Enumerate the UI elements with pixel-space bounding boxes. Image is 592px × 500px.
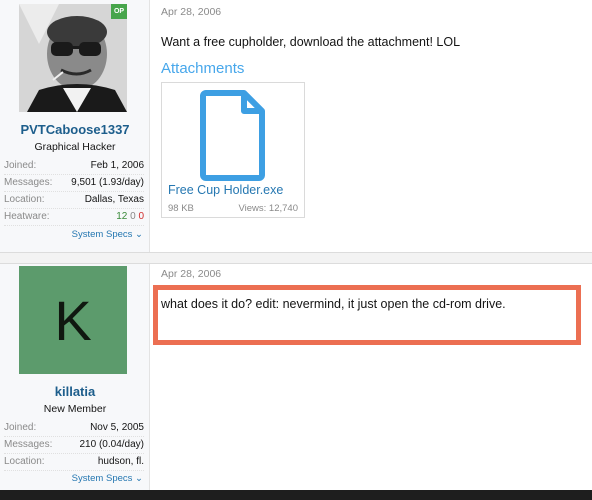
user-photo-avatar — [19, 4, 127, 112]
op-badge: OP — [111, 4, 127, 19]
chevron-down-icon: ⌄ — [135, 473, 143, 484]
heatware-negative: 0 — [138, 211, 144, 222]
post-divider — [0, 252, 592, 264]
stat-value: 9,501 (1.93/day) — [71, 177, 144, 188]
attachment-card[interactable]: Free Cup Holder.exe 98 KB Views: 12,740 — [161, 82, 305, 218]
stat-heatware: Heatware: 12 0 0 — [4, 209, 144, 226]
post-date[interactable]: Apr 28, 2006 — [161, 6, 221, 18]
user-avatar[interactable]: K — [19, 266, 127, 374]
system-specs-toggle[interactable]: System Specs ⌄ — [72, 473, 143, 484]
stat-value: 210 (0.04/day) — [79, 439, 145, 450]
heatware-values[interactable]: 12 0 0 — [116, 209, 144, 225]
avatar-letter: K — [54, 288, 92, 352]
chevron-down-icon: ⌄ — [135, 229, 143, 240]
username-link[interactable]: PVTCaboose1337 — [0, 122, 150, 137]
stat-location: Location: Dallas, Texas — [4, 192, 144, 209]
bottom-bar — [0, 490, 592, 500]
stat-label: Messages: — [4, 177, 53, 188]
attachment-filename[interactable]: Free Cup Holder.exe — [168, 183, 283, 197]
stat-value: hudson, fl. — [97, 456, 144, 467]
stat-joined: Joined: Nov 5, 2005 — [4, 420, 144, 437]
stat-label: Location: — [4, 456, 45, 467]
heatware-positive: 12 — [116, 211, 128, 222]
stat-joined: Joined: Feb 1, 2006 — [4, 158, 144, 175]
user-info-panel: OP PVTCaboose1337 Graphical Hacker Joine… — [0, 0, 150, 252]
stat-label: Joined: — [4, 160, 37, 171]
user-stats: Joined: Nov 5, 2005 Messages: 210 (0.04/… — [4, 420, 144, 471]
user-info-panel: K killatia New Member Joined: Nov 5, 200… — [0, 264, 150, 490]
post-2: K killatia New Member Joined: Nov 5, 200… — [0, 264, 592, 490]
stat-value: Feb 1, 2006 — [90, 160, 144, 171]
stat-messages: Messages: 9,501 (1.93/day) — [4, 175, 144, 192]
stat-label: Location: — [4, 194, 45, 205]
user-stats: Joined: Feb 1, 2006 Messages: 9,501 (1.9… — [4, 158, 144, 226]
message-pane: Apr 28, 2006 Want a free cupholder, down… — [150, 0, 592, 252]
user-avatar[interactable] — [19, 4, 127, 112]
system-specs-label: System Specs — [71, 473, 133, 484]
message-body: Want a free cupholder, download the atta… — [161, 35, 461, 49]
stat-value: Nov 5, 2005 — [90, 422, 144, 433]
system-specs-toggle[interactable]: System Specs ⌄ — [72, 229, 143, 240]
attachment-views: Views: 12,740 — [238, 203, 298, 214]
attachment-size: 98 KB — [168, 203, 194, 214]
post-1: OP PVTCaboose1337 Graphical Hacker Joine… — [0, 0, 592, 252]
username-link[interactable]: killatia — [0, 384, 150, 399]
message-pane: Apr 28, 2006 what does it do? edit: neve… — [150, 264, 592, 490]
user-title: New Member — [43, 403, 107, 415]
file-icon — [200, 90, 265, 181]
stat-value: Dallas, Texas — [84, 194, 144, 205]
post-date[interactable]: Apr 28, 2006 — [161, 268, 221, 280]
message-body: what does it do? edit: nevermind, it jus… — [161, 297, 506, 311]
stat-location: Location: hudson, fl. — [4, 454, 144, 471]
stat-label: Heatware: — [4, 211, 50, 222]
heatware-neutral: 0 — [130, 211, 136, 222]
stat-label: Messages: — [4, 439, 53, 450]
stat-messages: Messages: 210 (0.04/day) — [4, 437, 144, 454]
highlight-box — [153, 285, 581, 345]
attachments-heading: Attachments — [161, 60, 245, 77]
stat-label: Joined: — [4, 422, 37, 433]
system-specs-label: System Specs — [71, 229, 133, 240]
user-title: Graphical Hacker — [34, 141, 116, 153]
